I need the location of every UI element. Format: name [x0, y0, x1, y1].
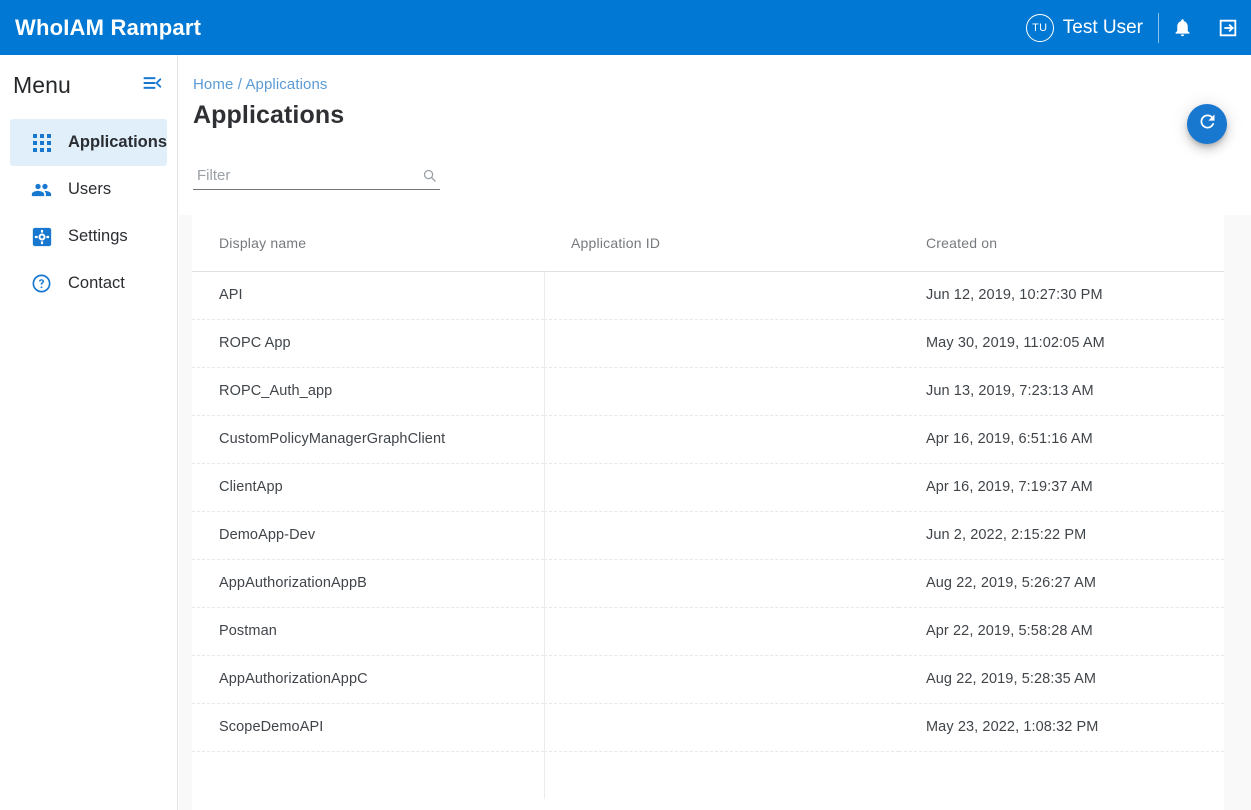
app-header: WhoIAM Rampart TU Test User — [0, 0, 1251, 55]
table-header: Display name Application ID Created on — [192, 215, 1224, 271]
cell-display-name: AppAuthorizationAppB — [192, 559, 544, 607]
settings-gear-icon — [31, 226, 52, 247]
cell-display-name: ScopeDemoAPI — [192, 703, 544, 751]
table-row[interactable]: API Jun 12, 2019, 10:27:30 PM — [192, 271, 1224, 319]
cell-created-on: Apr 16, 2019, 6:51:16 AM — [899, 415, 1224, 463]
cell-application-id — [544, 463, 899, 511]
sidebar-nav: Applications Users — [0, 119, 177, 307]
table-row[interactable]: ScopeDemoAPI May 23, 2022, 1:08:32 PM — [192, 703, 1224, 751]
cell-display-name: ROPC_Auth_app — [192, 367, 544, 415]
cell-display-name: API — [192, 271, 544, 319]
sidebar-header: Menu — [0, 61, 177, 109]
cell-created-on: Apr 22, 2019, 5:58:28 AM — [899, 607, 1224, 655]
table-region: Display name Application ID Created on A… — [179, 215, 1251, 810]
column-header-display-name[interactable]: Display name — [192, 215, 544, 271]
table-row[interactable]: AppAuthorizationAppB Aug 22, 2019, 5:26:… — [192, 559, 1224, 607]
user-menu[interactable]: TU Test User — [1026, 11, 1157, 45]
sidebar: Menu — [0, 55, 178, 810]
cell-application-id — [544, 271, 899, 319]
breadcrumb-separator: / — [238, 76, 242, 93]
table-row[interactable]: Postman Apr 22, 2019, 5:58:28 AM — [192, 607, 1224, 655]
cell-created-on: Jun 12, 2019, 10:27:30 PM — [899, 271, 1224, 319]
breadcrumb: Home / Applications — [193, 76, 1251, 93]
sidebar-item-users[interactable]: Users — [10, 166, 167, 213]
breadcrumb-current-link[interactable]: Applications — [245, 76, 327, 93]
cell-application-id — [544, 655, 899, 703]
sidebar-item-label: Users — [68, 180, 111, 199]
cell-application-id — [544, 319, 899, 367]
sidebar-item-label: Contact — [68, 274, 125, 293]
cell-display-name: ClientApp — [192, 463, 544, 511]
cell-application-id — [544, 607, 899, 655]
menu-open-icon — [141, 73, 163, 98]
table-header-row: Display name Application ID Created on — [192, 215, 1224, 271]
help-circle-icon — [31, 273, 52, 294]
sidebar-item-applications[interactable]: Applications — [10, 119, 167, 166]
cell-created-on: Apr 16, 2019, 7:19:37 AM — [899, 463, 1224, 511]
cell-application-id — [544, 511, 899, 559]
refresh-icon — [1197, 111, 1218, 137]
column-header-application-id[interactable]: Application ID — [544, 215, 899, 271]
table-row[interactable]: ROPC App May 30, 2019, 11:02:05 AM — [192, 319, 1224, 367]
cell-created-on: May 23, 2022, 1:08:32 PM — [899, 703, 1224, 751]
applications-table-card: Display name Application ID Created on A… — [192, 215, 1224, 810]
refresh-button[interactable] — [1187, 104, 1227, 144]
table-row[interactable]: CustomPolicyManagerGraphClient Apr 16, 2… — [192, 415, 1224, 463]
sidebar-item-settings[interactable]: Settings — [10, 213, 167, 260]
people-icon — [31, 179, 52, 200]
cell-display-name: AppAuthorizationAppC — [192, 655, 544, 703]
table-row[interactable]: DemoApp-Dev Jun 2, 2022, 2:15:22 PM — [192, 511, 1224, 559]
page-title: Applications — [193, 101, 1251, 130]
cell-created-on: Jun 2, 2022, 2:15:22 PM — [899, 511, 1224, 559]
cell-application-id — [544, 703, 899, 751]
app-title: WhoIAM Rampart — [15, 15, 201, 41]
cell-application-id — [544, 367, 899, 415]
applications-table: Display name Application ID Created on A… — [192, 215, 1224, 752]
main-content: Home / Applications Applications Disp — [179, 55, 1251, 810]
column-divider — [544, 271, 545, 799]
cell-application-id — [544, 559, 899, 607]
user-name: Test User — [1063, 17, 1143, 39]
cell-display-name: DemoApp-Dev — [192, 511, 544, 559]
avatar: TU — [1026, 14, 1054, 42]
cell-created-on: May 30, 2019, 11:02:05 AM — [899, 319, 1224, 367]
bell-icon — [1172, 17, 1193, 38]
logout-icon — [1217, 17, 1239, 39]
cell-display-name: ROPC App — [192, 319, 544, 367]
table-body: API Jun 12, 2019, 10:27:30 PM ROPC App M… — [192, 271, 1224, 751]
filter-field — [193, 160, 440, 190]
apps-grid-icon — [31, 132, 52, 153]
sidebar-item-label: Settings — [68, 227, 128, 246]
table-row[interactable]: ROPC_Auth_app Jun 13, 2019, 7:23:13 AM — [192, 367, 1224, 415]
cell-created-on: Jun 13, 2019, 7:23:13 AM — [899, 367, 1224, 415]
cell-display-name: Postman — [192, 607, 544, 655]
notifications-button[interactable] — [1159, 5, 1205, 51]
breadcrumb-home-link[interactable]: Home — [193, 76, 233, 93]
cell-created-on: Aug 22, 2019, 5:28:35 AM — [899, 655, 1224, 703]
filter-input[interactable] — [193, 167, 422, 189]
sidebar-item-contact[interactable]: Contact — [10, 260, 167, 307]
cell-created-on: Aug 22, 2019, 5:26:27 AM — [899, 559, 1224, 607]
table-row[interactable]: ClientApp Apr 16, 2019, 7:19:37 AM — [192, 463, 1224, 511]
cell-application-id — [544, 415, 899, 463]
sidebar-heading: Menu — [13, 72, 71, 99]
cell-display-name: CustomPolicyManagerGraphClient — [192, 415, 544, 463]
logout-button[interactable] — [1205, 5, 1251, 51]
column-header-created-on[interactable]: Created on — [899, 215, 1224, 271]
table-row[interactable]: AppAuthorizationAppC Aug 22, 2019, 5:28:… — [192, 655, 1224, 703]
search-icon[interactable] — [422, 168, 440, 189]
sidebar-toggle-button[interactable] — [141, 73, 163, 98]
sidebar-item-label: Applications — [68, 133, 167, 152]
